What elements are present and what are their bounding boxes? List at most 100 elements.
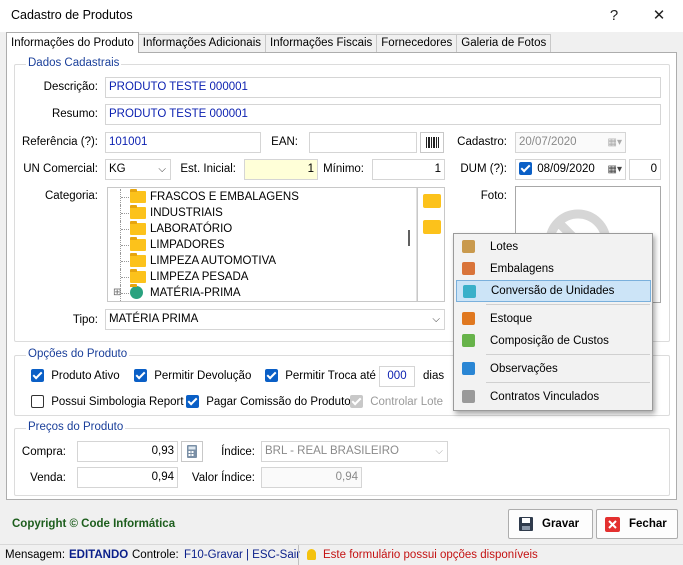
produto-ativo-label: Produto Ativo	[51, 369, 120, 382]
stock-icon	[462, 312, 475, 325]
un-comercial-select[interactable]: KG ⌵	[105, 159, 171, 180]
dum-checkbox[interactable]	[519, 162, 532, 176]
tree-item-label: LIMPADORES	[150, 239, 225, 251]
menu-item-label: Observações	[490, 363, 558, 375]
open-folder-icon[interactable]	[423, 194, 441, 208]
folder-icon	[130, 205, 146, 219]
tree-item[interactable]: LABORATÓRIO	[108, 221, 444, 237]
close-icon	[605, 517, 620, 532]
dum-value: 08/09/2020	[537, 163, 595, 175]
dum-extra-field[interactable]: 0	[629, 159, 661, 180]
fechar-label: Fechar	[629, 518, 667, 530]
menu-item-label: Estoque	[490, 313, 533, 325]
cadastro-field: 20/07/2020 ▦▾	[515, 132, 626, 153]
tree-item[interactable]: LIMPADORES	[108, 237, 444, 253]
menu-item-label: Composição de Custos	[490, 335, 609, 347]
menu-separator	[486, 304, 650, 305]
calculator-button[interactable]	[181, 441, 203, 462]
tab-informacoes-fiscais[interactable]: Informações Fiscais	[265, 34, 378, 53]
foto-label: Foto:	[480, 190, 507, 202]
simbologia-checkbox[interactable]	[31, 395, 44, 408]
tree-item[interactable]: LIMPEZA AUTOMOTIVA	[108, 253, 444, 269]
permitir-troca-label: Permitir Troca até	[285, 369, 376, 382]
tree-item[interactable]: INDUSTRIAIS	[108, 205, 444, 221]
menu-item-box[interactable]: Embalagens	[456, 258, 651, 280]
produto-ativo-checkbox[interactable]	[31, 369, 44, 382]
referencia-field[interactable]: 101001	[105, 132, 261, 153]
comissao-option[interactable]: Pagar Comissão do Produto	[186, 395, 351, 408]
close-button[interactable]: ✕	[637, 4, 681, 28]
menu-item-conversion[interactable]: Conversão de Unidades	[456, 280, 651, 302]
tab-strip: Informações do Produto Informações Adici…	[6, 32, 552, 53]
check-folder-icon	[130, 284, 143, 299]
tree-item[interactable]: ⊞ MATÉRIA-PRIMA	[108, 284, 444, 301]
mensagem-label: Mensagem:	[5, 549, 66, 561]
troca-dias-field[interactable]: 000	[379, 366, 415, 387]
calendar-dropdown-icon: ▦▾	[607, 137, 622, 148]
menu-item-notes[interactable]: Observações	[456, 358, 651, 380]
tree-connector	[120, 221, 129, 237]
expand-icon[interactable]: ⊞	[113, 285, 121, 301]
gravar-label: Gravar	[542, 518, 580, 530]
tab-informacoes-produto[interactable]: Informações do Produto	[6, 32, 139, 53]
resumo-field[interactable]: PRODUTO TESTE 000001	[105, 104, 661, 125]
permitir-troca-checkbox[interactable]	[265, 369, 278, 382]
tipo-label: Tipo:	[72, 314, 98, 326]
tree-item[interactable]: LIMPEZA PESADA	[108, 269, 444, 285]
categoria-tree[interactable]: FRASCOS E EMBALAGENS INDUSTRIAIS LABORATÓR…	[107, 187, 445, 302]
dum-date-field[interactable]: 08/09/2020 ▦▾	[515, 159, 626, 180]
tree-item-label: LIMPEZA PESADA	[150, 271, 249, 283]
tree-connector	[120, 253, 129, 269]
tab-informacoes-adicionais[interactable]: Informações Adicionais	[137, 34, 267, 53]
descricao-field[interactable]: PRODUTO TESTE 000001	[105, 77, 661, 98]
ean-field[interactable]	[309, 132, 417, 153]
precos-title: Preços do Produto	[26, 421, 126, 433]
tab-fornecedores[interactable]: Fornecedores	[376, 34, 458, 53]
menu-item-money[interactable]: Composição de Custos	[456, 330, 651, 352]
menu-item-stock[interactable]: Estoque	[456, 308, 651, 330]
minimo-field[interactable]: 1	[372, 159, 445, 180]
permitir-devolucao-option[interactable]: Permitir Devolução	[134, 369, 251, 382]
minimo-label: Mínimo:	[323, 163, 364, 175]
simbologia-option[interactable]: Possui Simbologia Report	[31, 395, 184, 408]
calendar-dropdown-icon[interactable]: ▦▾	[608, 160, 622, 179]
est-inicial-label: Est. Inicial:	[180, 163, 236, 175]
contract-icon	[462, 390, 475, 403]
chevron-down-icon: ⌵	[158, 164, 166, 175]
menu-separator	[486, 354, 650, 355]
menu-item-lotes[interactable]: Lotes	[456, 236, 651, 258]
help-button[interactable]: ?	[592, 4, 636, 28]
compra-label: Compra:	[21, 446, 66, 458]
tab-galeria-fotos[interactable]: Galeria de Fotos	[456, 34, 552, 53]
barcode-button[interactable]	[420, 132, 444, 153]
tree-connector	[120, 237, 129, 253]
status-divider	[298, 545, 299, 565]
comissao-checkbox[interactable]	[186, 395, 199, 408]
permitir-troca-option[interactable]: Permitir Troca até	[265, 369, 376, 382]
produto-ativo-option[interactable]: Produto Ativo	[31, 369, 120, 382]
est-inicial-field[interactable]: 1	[244, 159, 318, 180]
tipo-select[interactable]: MATÉRIA PRIMA ⌵	[105, 309, 445, 330]
resumo-label: Resumo:	[51, 108, 98, 120]
tree-item-label: MATÉRIA-PRIMA	[150, 287, 241, 299]
controle-label: Controle:	[132, 549, 179, 561]
menu-item-contract[interactable]: Contratos Vinculados	[456, 386, 651, 408]
comissao-label: Pagar Comissão do Produto	[206, 395, 351, 408]
tree-item[interactable]: FRASCOS E EMBALAGENS	[108, 189, 444, 205]
gravar-button[interactable]: Gravar	[508, 509, 593, 539]
folder-icon[interactable]	[423, 220, 441, 234]
menu-item-label: Lotes	[490, 241, 519, 253]
notes-icon	[462, 362, 475, 375]
venda-field[interactable]: 0,94	[77, 467, 178, 488]
tree-connector	[120, 189, 129, 205]
fechar-button[interactable]: Fechar	[596, 509, 678, 539]
money-icon	[462, 334, 475, 347]
compra-field[interactable]: 0,93	[77, 441, 178, 462]
permitir-devolucao-checkbox[interactable]	[134, 369, 147, 382]
categoria-label: Categoria:	[44, 190, 98, 202]
indice-label: Índice:	[221, 446, 255, 458]
cadastro-label: Cadastro:	[457, 136, 507, 148]
tree-scroll-thumb[interactable]	[408, 230, 410, 246]
dum-label: DUM (?):	[460, 163, 507, 175]
descricao-label: Descrição:	[43, 81, 98, 93]
